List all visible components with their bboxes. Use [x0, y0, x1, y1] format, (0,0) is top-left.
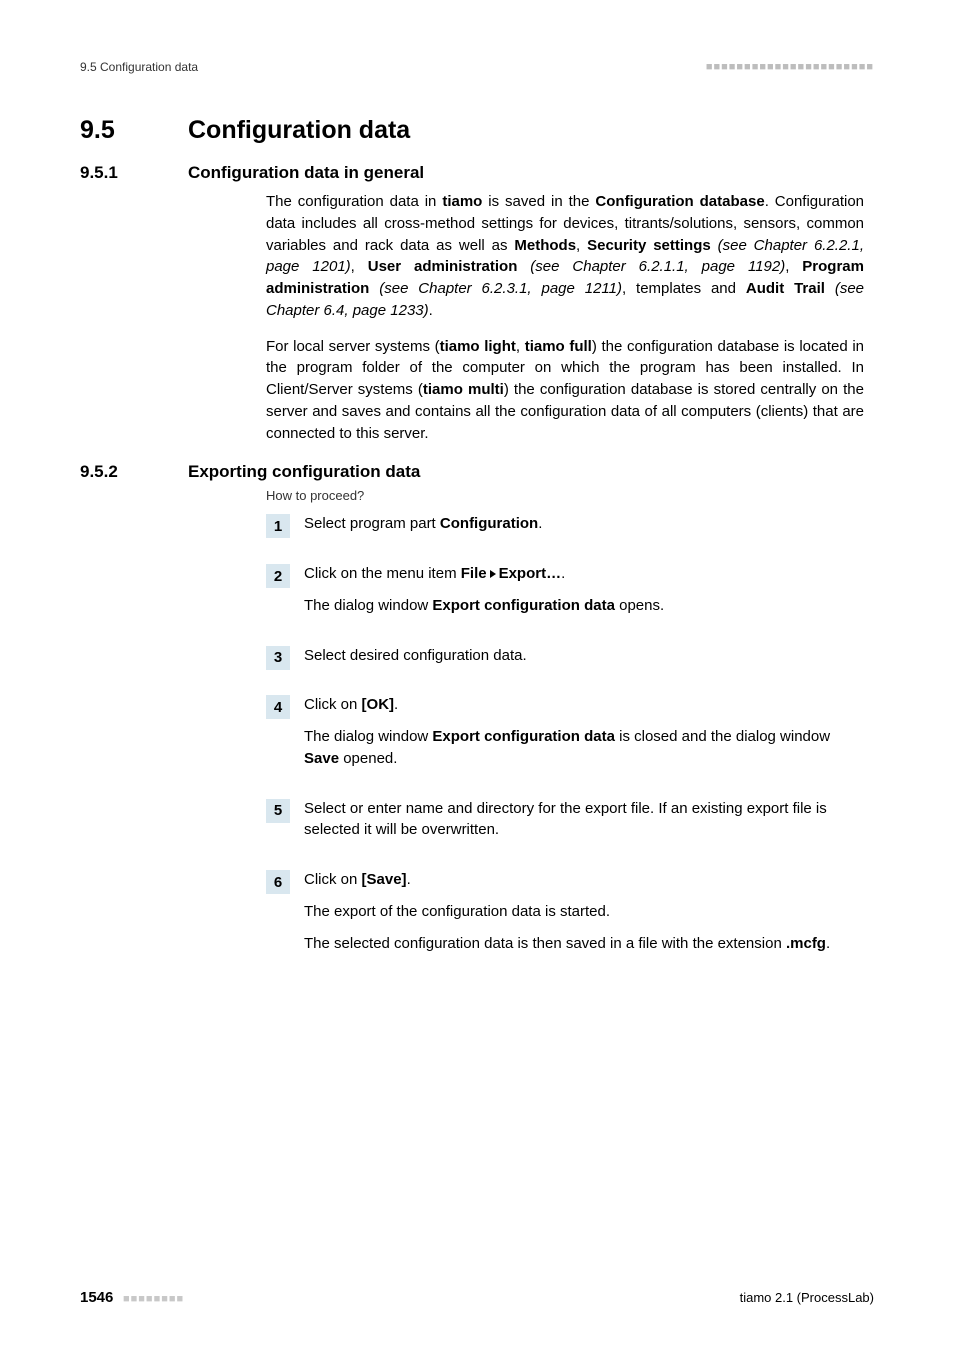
step: 3 Select desired configuration data.	[266, 645, 864, 677]
running-header: 9.5 Configuration data ■■■■■■■■■■■■■■■■■…	[80, 60, 874, 74]
text-italic: (see Chapter 6.2.1.1, page 1192)	[517, 258, 785, 275]
step-number: 3	[266, 646, 290, 670]
step-number: 4	[266, 695, 290, 719]
text: For local server systems (	[266, 338, 440, 355]
text-bold: User administration	[368, 258, 518, 275]
text: .	[407, 871, 411, 888]
text: is saved in the	[482, 193, 595, 210]
step-body: Click on [Save]. The export of the config…	[304, 869, 864, 964]
text: ,	[351, 258, 368, 275]
step-body: Select or enter name and directory for t…	[304, 798, 864, 852]
text-bold: tiamo	[442, 193, 482, 210]
text-bold: tiamo multi	[423, 381, 504, 398]
text: opens.	[615, 597, 664, 614]
text: .	[826, 935, 830, 952]
page-number: 1546	[80, 1289, 113, 1306]
text-bold: Configuration database	[595, 193, 764, 210]
step: 2 Click on the menu item File Export…. The …	[266, 563, 864, 627]
step: 4 Click on [OK]. The dialog window Export …	[266, 694, 864, 779]
subsection-title: Exporting configuration data	[188, 462, 420, 482]
text-bold: .mcfg	[786, 935, 826, 952]
page-footer: 1546 ■■■■■■■■ tiamo 2.1 (ProcessLab)	[80, 1289, 874, 1306]
footer-decor: ■■■■■■■■	[123, 1293, 184, 1305]
text: The export of the configuration data is …	[304, 903, 610, 920]
step-body: Click on [OK]. The dialog window Export c…	[304, 694, 864, 779]
step-line: The export of the configuration data is …	[304, 901, 864, 923]
step-line: Select desired configuration data.	[304, 645, 864, 667]
step-line: Select or enter name and directory for t…	[304, 798, 864, 842]
header-left: 9.5 Configuration data	[80, 60, 198, 74]
step: 1 Select program part Configuration.	[266, 513, 864, 545]
step-line: The selected configuration data is then …	[304, 933, 864, 955]
step-line: Click on the menu item File Export….	[304, 563, 864, 585]
text: The selected configuration data is then …	[304, 935, 786, 952]
text-bold: Export…	[499, 565, 562, 582]
step-body: Select program part Configuration.	[304, 513, 864, 545]
section-number: 9.5	[80, 116, 150, 145]
subsection-number: 9.5.2	[80, 462, 150, 482]
subsection-title: Configuration data in general	[188, 163, 424, 183]
text: Click on	[304, 696, 362, 713]
step-number: 6	[266, 870, 290, 894]
step-line: Select program part Configuration.	[304, 513, 864, 535]
step-number: 2	[266, 564, 290, 588]
section-title: Configuration data	[188, 116, 410, 145]
step-line: Click on [OK].	[304, 694, 864, 716]
howto-label: How to proceed?	[266, 488, 874, 503]
text-bold: Configuration	[440, 515, 538, 532]
step-number: 1	[266, 514, 290, 538]
text-italic: (see Chapter 6.2.3.1, page 1211)	[369, 280, 622, 297]
text: ,	[785, 258, 802, 275]
body-text: The configuration data in tiamo is saved…	[266, 191, 864, 444]
paragraph: For local server systems (tiamo light, t…	[266, 336, 864, 445]
triangle-icon	[490, 570, 496, 578]
subsection-heading: 9.5.2 Exporting configuration data	[80, 462, 874, 482]
text: The dialog window	[304, 728, 432, 745]
text-bold: [OK]	[362, 696, 395, 713]
step-body: Select desired configuration data.	[304, 645, 864, 677]
text-bold: File	[461, 565, 487, 582]
text: .	[394, 696, 398, 713]
step: 6 Click on [Save]. The export of the confi…	[266, 869, 864, 964]
text: ,	[576, 237, 587, 254]
text: ,	[516, 338, 525, 355]
text-bold: Security settings	[587, 237, 711, 254]
step-line: The dialog window Export configuration d…	[304, 726, 864, 770]
text-bold: Audit Trail	[746, 280, 825, 297]
text-bold: tiamo full	[525, 338, 592, 355]
text-bold: [Save]	[362, 871, 407, 888]
text: .	[429, 302, 433, 319]
step-line: Click on [Save].	[304, 869, 864, 891]
text: .	[538, 515, 542, 532]
text: opened.	[339, 750, 397, 767]
text-bold: Export configuration data	[432, 597, 615, 614]
footer-right: tiamo 2.1 (ProcessLab)	[740, 1290, 874, 1305]
footer-left: 1546 ■■■■■■■■	[80, 1289, 184, 1306]
paragraph: The configuration data in tiamo is saved…	[266, 191, 864, 322]
text: The configuration data in	[266, 193, 442, 210]
text-bold: Save	[304, 750, 339, 767]
text: is closed and the dialog window	[615, 728, 830, 745]
text: Click on the menu item	[304, 565, 461, 582]
text: The dialog window	[304, 597, 432, 614]
text: Select program part	[304, 515, 440, 532]
text: .	[561, 565, 565, 582]
section-heading: 9.5 Configuration data	[80, 116, 874, 145]
step-line: The dialog window Export configuration d…	[304, 595, 864, 617]
text-bold: Methods	[514, 237, 576, 254]
page: 9.5 Configuration data ■■■■■■■■■■■■■■■■■…	[0, 0, 954, 1350]
text: Select or enter name and directory for t…	[304, 800, 827, 839]
subsection-heading: 9.5.1 Configuration data in general	[80, 163, 874, 183]
text-bold: tiamo light	[440, 338, 516, 355]
text: Select desired configuration data.	[304, 647, 527, 664]
text: Click on	[304, 871, 362, 888]
step-number: 5	[266, 799, 290, 823]
step: 5 Select or enter name and directory for …	[266, 798, 864, 852]
text: , templates and	[622, 280, 746, 297]
steps-list: 1 Select program part Configuration. 2 Clic…	[266, 513, 864, 964]
header-decor: ■■■■■■■■■■■■■■■■■■■■■■	[706, 61, 874, 73]
step-body: Click on the menu item File Export…. The d…	[304, 563, 864, 627]
subsection-number: 9.5.1	[80, 163, 150, 183]
text-bold: Export configuration data	[432, 728, 615, 745]
